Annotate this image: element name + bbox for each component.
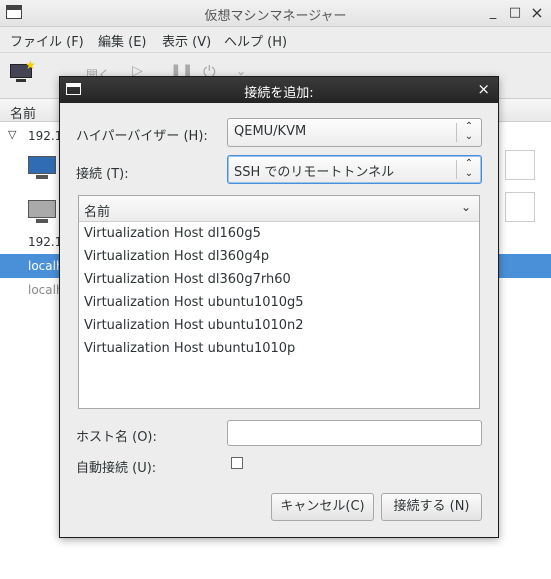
- vm-stopped-icon: [28, 200, 58, 224]
- group-label: 192.1: [28, 235, 63, 249]
- updown-arrows-icon: ⌃ ⌄: [464, 158, 474, 179]
- connection-select[interactable]: SSH でのリモートトンネル ⌃ ⌄: [227, 155, 482, 184]
- new-connection-icon[interactable]: ★: [10, 58, 36, 84]
- group-label: 192.1: [28, 129, 63, 143]
- hypervisor-select[interactable]: QEMU/KVM ⌃ ⌄: [227, 118, 482, 147]
- connect-button[interactable]: 接続する (N): [381, 493, 482, 521]
- list-item[interactable]: Virtualization Host ubuntu1010n2: [84, 318, 304, 338]
- connection-label: 接続 (T):: [76, 167, 129, 182]
- window-title: 仮想マシンマネージャー: [204, 9, 347, 24]
- minimize-button[interactable]: _: [484, 4, 502, 22]
- hostname-label: ホスト名 (O):: [76, 430, 157, 445]
- host-list[interactable]: 名前 ⌄ Virtualization Host dl160g5 Virtual…: [78, 195, 480, 409]
- menu-file[interactable]: ファイル (F): [10, 31, 84, 50]
- maximize-button[interactable]: □: [506, 4, 524, 22]
- menu-view[interactable]: 表示 (V): [162, 31, 211, 50]
- dialog-title: 接続を追加:: [244, 86, 314, 101]
- menu-edit[interactable]: 編集 (E): [98, 31, 147, 50]
- close-button[interactable]: ×: [528, 4, 546, 22]
- cancel-button[interactable]: キャンセル(C): [271, 493, 374, 521]
- list-item[interactable]: Virtualization Host dl360g4p: [84, 249, 269, 269]
- main-titlebar: 仮想マシンマネージャー _ □ ×: [0, 0, 551, 27]
- updown-arrows-icon: ⌃ ⌄: [464, 121, 474, 142]
- name-column-header: 名前: [84, 205, 111, 220]
- add-connection-dialog: 接続を追加: × ハイパーバイザー (H): QEMU/KVM ⌃ ⌄ 接続 (T…: [59, 76, 499, 538]
- list-item[interactable]: Virtualization Host dl160g5: [84, 226, 261, 246]
- vm-usage-graph: [505, 192, 535, 222]
- list-item[interactable]: Virtualization Host dl360g7rh60: [84, 272, 291, 292]
- dialog-close-icon[interactable]: ×: [477, 80, 490, 98]
- hostname-input[interactable]: [227, 420, 482, 446]
- menubar: ファイル (F) 編集 (E) 表示 (V) ヘルプ (H): [0, 27, 551, 53]
- hypervisor-label: ハイパーバイザー (H):: [76, 129, 208, 144]
- chevron-down-icon[interactable]: ⌄: [461, 200, 471, 214]
- vm-running-icon: [28, 156, 58, 180]
- connection-value: SSH でのリモートトンネル: [234, 165, 395, 180]
- list-item[interactable]: Virtualization Host ubuntu1010g5: [84, 295, 304, 315]
- hypervisor-value: QEMU/KVM: [234, 124, 307, 139]
- autoconnect-label: 自動接続 (U):: [76, 461, 157, 476]
- list-item[interactable]: Virtualization Host ubuntu1010p: [84, 341, 295, 361]
- column-name-header: 名前: [10, 107, 37, 122]
- vm-usage-graph: [505, 150, 535, 180]
- dialog-titlebar: 接続を追加: ×: [60, 77, 498, 103]
- host-list-header[interactable]: 名前 ⌄: [79, 196, 479, 222]
- autoconnect-checkbox[interactable]: [231, 457, 243, 469]
- menu-help[interactable]: ヘルプ (H): [224, 31, 287, 50]
- expander-icon[interactable]: ▽: [8, 128, 16, 141]
